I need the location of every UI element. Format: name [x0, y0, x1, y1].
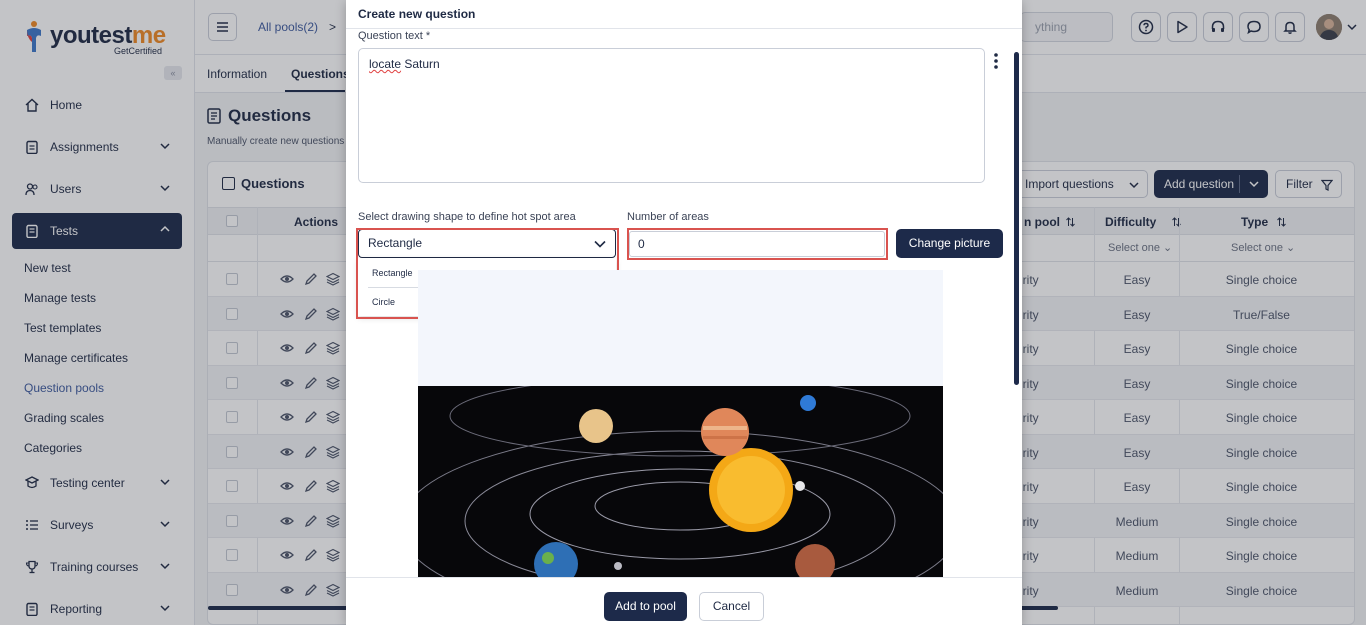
add-to-pool-button[interactable]: Add to pool [604, 592, 687, 621]
modal-footer: Add to pool Cancel [346, 577, 1022, 625]
modal-header: Create new question [346, 0, 1022, 29]
picture-background [418, 270, 943, 386]
hotspot-picture[interactable] [418, 270, 943, 577]
solar-system-image [418, 375, 943, 577]
question-text-label: Question text * [358, 30, 431, 42]
create-question-modal: Create new question Question text * loca… [346, 0, 1022, 625]
picture-solar-system [418, 375, 943, 577]
cancel-button[interactable]: Cancel [699, 592, 764, 621]
question-text-input[interactable]: locate Saturn [358, 48, 985, 183]
modal-title: Create new question [358, 7, 476, 21]
change-picture-button[interactable]: Change picture [896, 229, 1003, 258]
modal-scrollbar[interactable] [1014, 52, 1019, 385]
more-options-icon[interactable] [992, 52, 1000, 70]
number-of-areas-label: Number of areas [627, 211, 709, 223]
shape-select-label: Select drawing shape to define hot spot … [358, 211, 576, 223]
highlight-number-of-areas [627, 228, 888, 260]
